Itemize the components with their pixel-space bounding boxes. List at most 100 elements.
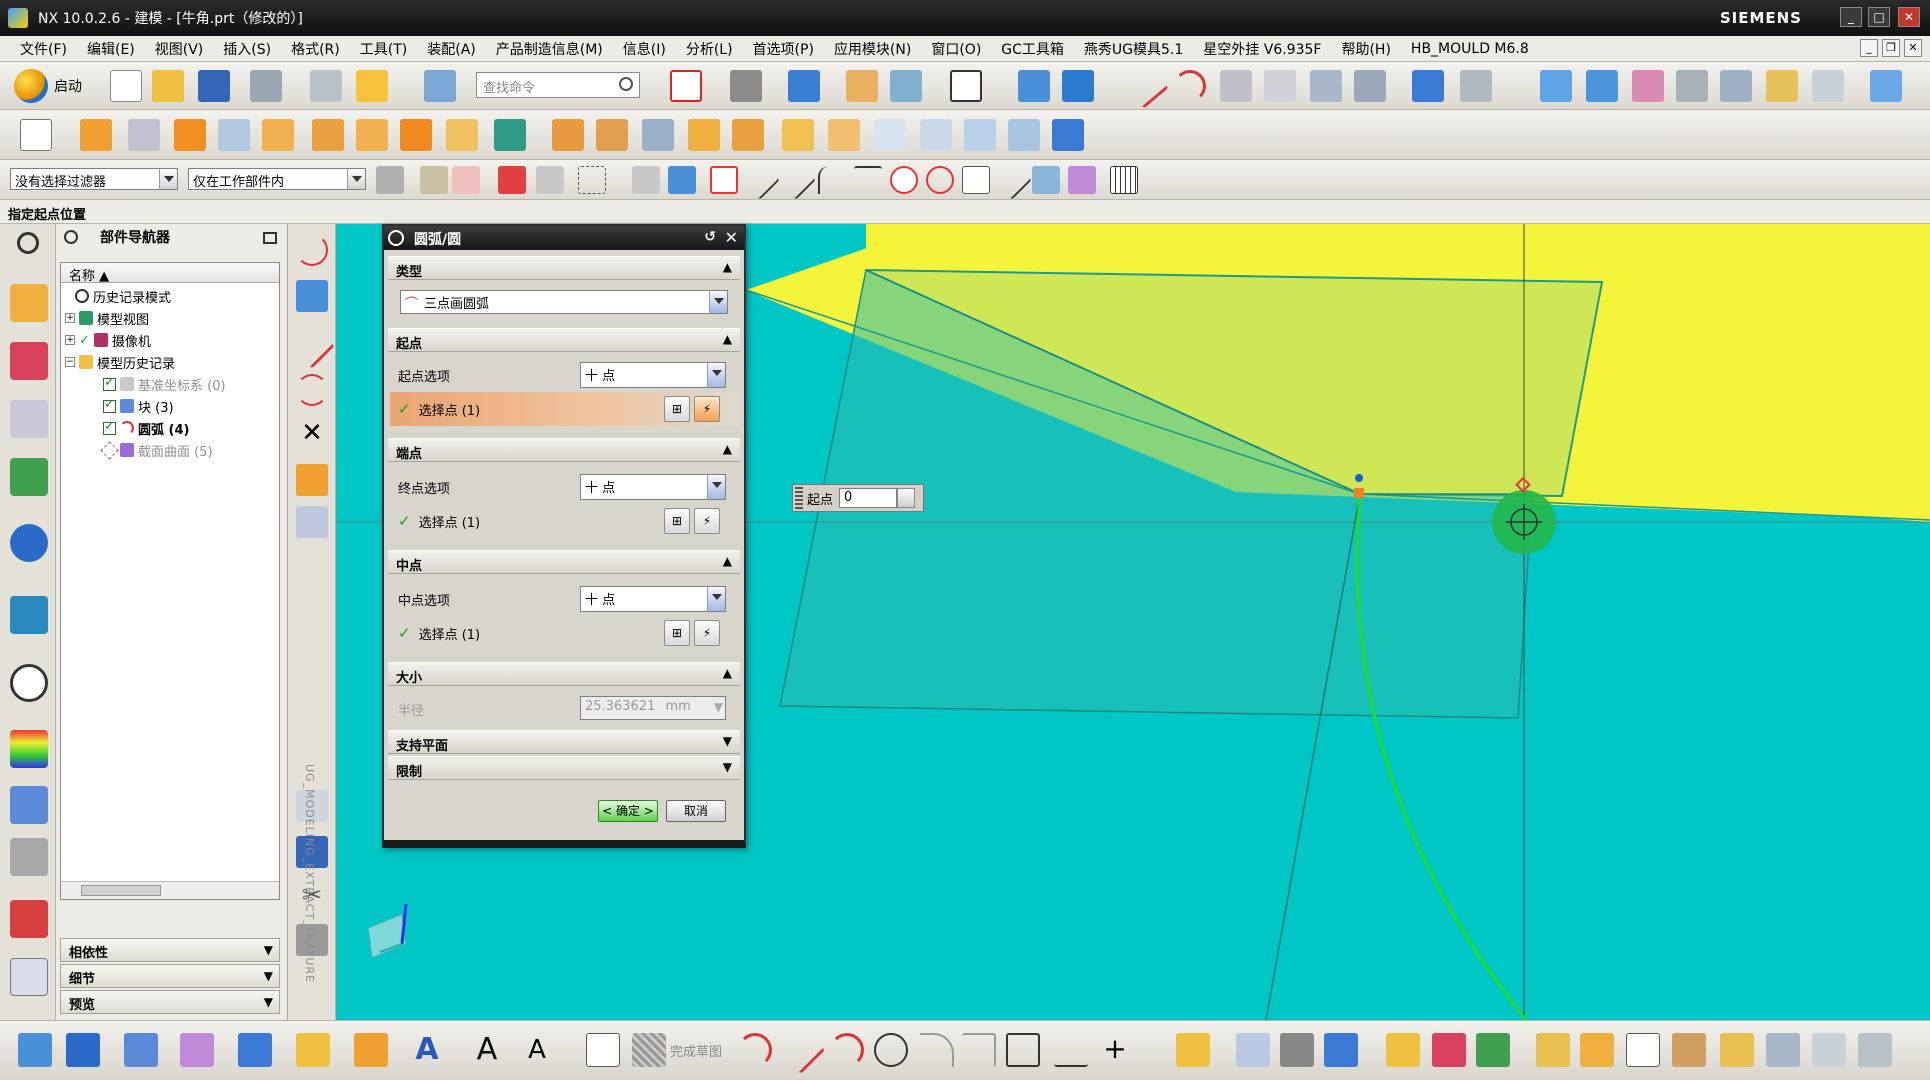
offset-surface-icon[interactable] — [1766, 70, 1798, 102]
finish-sketch-icon[interactable] — [632, 1033, 666, 1067]
split-body-icon[interactable] — [688, 119, 720, 151]
point-dialog-button[interactable]: ⊞ — [664, 620, 690, 646]
scrollbar-thumb[interactable] — [81, 885, 161, 896]
assembly-constraint-icon[interactable] — [1432, 1033, 1466, 1067]
layer-icon[interactable] — [846, 70, 878, 102]
swept-icon[interactable] — [1632, 70, 1664, 102]
fit-view-icon[interactable] — [670, 70, 702, 102]
block-icon[interactable] — [782, 119, 814, 151]
point-icon[interactable]: + — [1098, 1033, 1132, 1067]
sketch-arc-icon[interactable] — [830, 1033, 864, 1067]
collapse-icon[interactable]: − — [65, 357, 75, 367]
visibility-checkbox[interactable] — [103, 375, 116, 391]
quick-extend-icon[interactable] — [296, 1033, 330, 1067]
search-icon[interactable] — [619, 77, 633, 91]
edge-blend-icon[interactable] — [356, 119, 388, 151]
sew-icon[interactable] — [1870, 70, 1902, 102]
text-style-icon[interactable]: A — [520, 1033, 554, 1067]
revolve-icon[interactable] — [128, 119, 160, 151]
thicken-icon[interactable] — [828, 119, 860, 151]
fillet-icon[interactable] — [920, 1033, 954, 1067]
tree-item-arc[interactable]: 圆弧 (4) — [103, 417, 189, 439]
tree-item-section-surface[interactable]: 截面曲面 (5) — [100, 439, 213, 461]
details-section[interactable]: 细节 ▼ — [60, 964, 280, 988]
shaded-view-icon[interactable] — [1280, 1033, 1314, 1067]
snap-points-icon[interactable] — [710, 166, 738, 194]
end-point-icon[interactable] — [740, 160, 780, 200]
start-option-dropdown[interactable]: 十 点 — [580, 362, 726, 388]
offset-curve-icon[interactable] — [1310, 70, 1342, 102]
tree-item-datum-csys[interactable]: 基准坐标系 (0) — [103, 373, 226, 395]
tree-item-block[interactable]: 块 (3) — [103, 395, 174, 417]
reuse-library-icon[interactable] — [10, 458, 48, 496]
helix-icon[interactable] — [1220, 70, 1252, 102]
mid-option-dropdown[interactable]: 十 点 — [580, 586, 726, 612]
type-group-header[interactable]: 类型 ▲ — [388, 256, 740, 280]
profile-arc-icon[interactable] — [738, 1033, 772, 1067]
point-dialog-button[interactable]: ⊞ — [664, 396, 690, 422]
hd3d-tools-icon[interactable] — [10, 524, 48, 562]
command-search-input[interactable]: 查找命令 — [476, 72, 640, 98]
menu-application[interactable]: 应用模块(N) — [824, 39, 921, 59]
boss-icon[interactable] — [596, 119, 628, 151]
cube-view-icon[interactable] — [1236, 1033, 1270, 1067]
menu-edit[interactable]: 编辑(E) — [77, 39, 145, 59]
explode-view-icon[interactable] — [1536, 1033, 1570, 1067]
start-group-header[interactable]: 起点 ▲ — [388, 328, 740, 352]
paperclip-icon[interactable] — [1720, 1033, 1754, 1067]
limits-group-header[interactable]: 限制 ▼ — [388, 756, 740, 780]
chamfer-sketch-icon[interactable] — [962, 1033, 996, 1067]
arc-type-dropdown[interactable]: ⌒ 三点画圆弧 — [400, 290, 728, 314]
name-column-header[interactable]: 名称 ▲ — [61, 263, 279, 284]
spline-icon[interactable] — [296, 374, 328, 406]
render-style-icon[interactable] — [730, 70, 762, 102]
project-curve-icon[interactable] — [1460, 70, 1492, 102]
bounded-grid-icon[interactable] — [1068, 166, 1096, 194]
inferred-point-button[interactable]: ⚡ — [694, 396, 720, 422]
navigator-maximize-icon[interactable] — [263, 232, 277, 244]
sketch-curve-icon[interactable] — [18, 1033, 52, 1067]
control-point-icon[interactable] — [818, 166, 846, 194]
mirror-assembly-icon[interactable] — [1476, 1033, 1510, 1067]
move-component-icon[interactable] — [1386, 1033, 1420, 1067]
manufacturing-wizard-icon[interactable] — [10, 838, 48, 876]
view-section-icon[interactable] — [1858, 1033, 1892, 1067]
spin-down-icon[interactable] — [897, 488, 916, 508]
shell-icon[interactable] — [312, 119, 344, 151]
hole-icon[interactable] — [552, 119, 584, 151]
unite-icon[interactable] — [174, 119, 206, 151]
text-icon[interactable]: A — [410, 1033, 444, 1067]
revolve-icon[interactable] — [296, 506, 328, 538]
menu-hb-mould[interactable]: HB_MOULD M6.8 — [1401, 41, 1539, 57]
annotation-icon[interactable]: A — [470, 1033, 504, 1067]
web-browser-icon[interactable] — [10, 596, 48, 634]
derived-line-icon[interactable] — [180, 1033, 214, 1067]
add-component-icon[interactable] — [1324, 1033, 1358, 1067]
intersection-point-icon[interactable] — [854, 166, 882, 194]
extrude-icon[interactable] — [80, 119, 112, 151]
tree-item-cameras[interactable]: + ✓ 摄像机 — [65, 329, 151, 351]
project-icon[interactable] — [124, 1033, 158, 1067]
part-navigator-icon[interactable] — [10, 400, 48, 438]
datum-plane-icon[interactable] — [964, 119, 996, 151]
cylinder-icon[interactable] — [874, 119, 906, 151]
visibility-checkbox[interactable] — [103, 397, 116, 413]
menu-tools[interactable]: 工具(T) — [350, 39, 417, 59]
horizontal-scrollbar[interactable] — [61, 881, 279, 899]
tree-item-history-mode[interactable]: 历史记录模式 — [75, 285, 171, 307]
info-icon[interactable] — [1812, 1033, 1846, 1067]
grid-icon[interactable] — [1110, 166, 1138, 194]
draft-icon[interactable] — [446, 119, 478, 151]
arc-icon[interactable] — [1174, 70, 1206, 102]
end-option-dropdown[interactable]: 十 点 — [580, 474, 726, 500]
solid-body-icon[interactable] — [668, 166, 696, 194]
orient-view-icon[interactable] — [788, 70, 820, 102]
menu-window[interactable]: 窗口(O) — [921, 39, 991, 59]
packaging-icon[interactable] — [1672, 1033, 1706, 1067]
expand-icon[interactable]: + — [65, 313, 75, 323]
bridge-surface-icon[interactable] — [1720, 70, 1752, 102]
finish-sketch-label[interactable]: 完成草图 — [670, 1041, 722, 1060]
dialog-close-icon[interactable]: ✕ — [725, 228, 738, 247]
rectangle-icon[interactable] — [1006, 1033, 1040, 1067]
menu-analysis[interactable]: 分析(L) — [676, 39, 743, 59]
